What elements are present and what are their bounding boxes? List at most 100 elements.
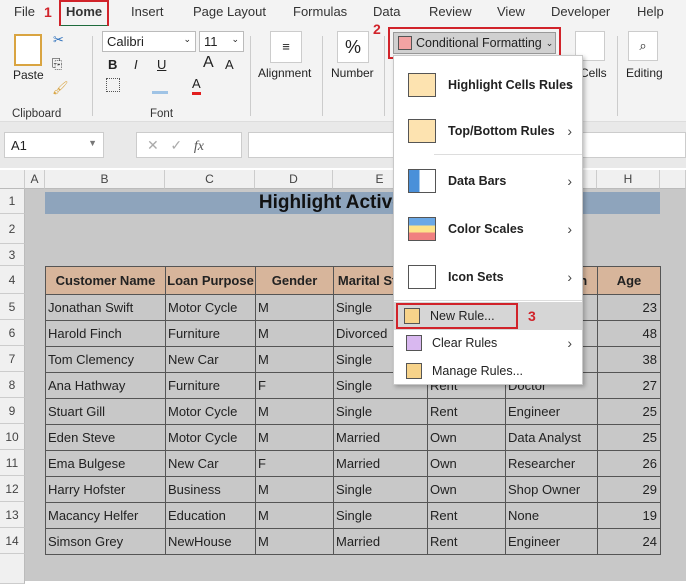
row-header-2[interactable]: 2: [0, 214, 25, 244]
table-cell[interactable]: 24: [597, 528, 661, 555]
copy-icon[interactable]: ⎘: [52, 56, 62, 72]
table-header[interactable]: Gender: [255, 266, 334, 295]
fx-icon[interactable]: fx: [194, 139, 204, 154]
table-cell[interactable]: F: [255, 450, 334, 477]
table-cell[interactable]: Shop Owner: [505, 476, 598, 503]
table-cell[interactable]: M: [255, 528, 334, 555]
table-cell[interactable]: 26: [597, 450, 661, 477]
menu-highlight-cells-rules[interactable]: Highlight Cells Rules›: [394, 62, 582, 108]
tab-formulas[interactable]: Formulas: [293, 4, 347, 19]
table-cell[interactable]: Eden Steve: [45, 424, 166, 451]
alignment-button[interactable]: Alignment: [258, 66, 311, 80]
table-cell[interactable]: Single: [333, 476, 428, 503]
borders-icon[interactable]: [106, 78, 120, 92]
table-cell[interactable]: F: [255, 372, 334, 399]
table-cell[interactable]: Single: [333, 502, 428, 529]
column-header-A[interactable]: A: [25, 170, 45, 189]
table-cell[interactable]: Engineer: [505, 528, 598, 555]
table-cell[interactable]: Tom Clemency: [45, 346, 166, 373]
table-cell[interactable]: Engineer: [505, 398, 598, 425]
row-header-13[interactable]: 13: [0, 502, 25, 528]
tab-insert[interactable]: Insert: [131, 4, 164, 19]
table-cell[interactable]: Own: [427, 476, 506, 503]
row-header-14[interactable]: 14: [0, 528, 25, 554]
editing-button[interactable]: Editing: [626, 66, 663, 80]
table-cell[interactable]: 23: [597, 294, 661, 321]
table-header[interactable]: Loan Purpose: [165, 266, 256, 295]
menu-icon-sets[interactable]: Icon Sets›: [394, 254, 582, 300]
enter-icon[interactable]: ✓: [170, 137, 182, 153]
table-cell[interactable]: Furniture: [165, 372, 256, 399]
column-header-B[interactable]: B: [45, 170, 165, 189]
table-cell[interactable]: 27: [597, 372, 661, 399]
table-cell[interactable]: Married: [333, 424, 428, 451]
table-cell[interactable]: Harold Finch: [45, 320, 166, 347]
table-cell[interactable]: 25: [597, 398, 661, 425]
table-cell[interactable]: M: [255, 424, 334, 451]
cancel-icon[interactable]: ✕: [147, 137, 159, 153]
table-cell[interactable]: 48: [597, 320, 661, 347]
table-cell[interactable]: New Car: [165, 450, 256, 477]
row-header-10[interactable]: 10: [0, 424, 25, 450]
table-cell[interactable]: 29: [597, 476, 661, 503]
table-cell[interactable]: New Car: [165, 346, 256, 373]
row-header-1[interactable]: 1: [0, 189, 25, 214]
tab-developer[interactable]: Developer: [551, 4, 610, 19]
cut-icon[interactable]: ✂: [53, 32, 64, 48]
table-cell[interactable]: Motor Cycle: [165, 294, 256, 321]
row-header-6[interactable]: 6: [0, 320, 25, 346]
menu-manage-rules[interactable]: Manage Rules...: [394, 358, 582, 384]
menu-top-bottom-rules[interactable]: Top/Bottom Rules›: [394, 108, 582, 154]
number-button[interactable]: Number: [331, 66, 374, 80]
menu-new-rule[interactable]: New Rule... 3: [394, 302, 582, 330]
table-cell[interactable]: Researcher: [505, 450, 598, 477]
font-color-icon[interactable]: A: [192, 76, 201, 95]
tab-page-layout[interactable]: Page Layout: [193, 4, 266, 19]
menu-clear-rules[interactable]: Clear Rules›: [394, 330, 582, 356]
table-header[interactable]: Age: [597, 266, 661, 295]
column-header-C[interactable]: C: [165, 170, 255, 189]
row-header-11[interactable]: 11: [0, 450, 25, 476]
table-cell[interactable]: 19: [597, 502, 661, 529]
tab-view[interactable]: View: [497, 4, 525, 19]
table-cell[interactable]: Stuart Gill: [45, 398, 166, 425]
tab-data[interactable]: Data: [373, 4, 400, 19]
table-cell[interactable]: 38: [597, 346, 661, 373]
table-cell[interactable]: M: [255, 346, 334, 373]
tab-home[interactable]: Home: [59, 0, 109, 28]
conditional-formatting-button[interactable]: Conditional Formatting⌄: [393, 32, 556, 54]
table-cell[interactable]: Ema Bulgese: [45, 450, 166, 477]
decrease-font-icon[interactable]: A: [225, 57, 234, 72]
table-cell[interactable]: Education: [165, 502, 256, 529]
table-cell[interactable]: Furniture: [165, 320, 256, 347]
table-cell[interactable]: Business: [165, 476, 256, 503]
table-header[interactable]: Customer Name: [45, 266, 166, 295]
cells-button[interactable]: Cells: [580, 66, 607, 80]
row-header-5[interactable]: 5: [0, 294, 25, 320]
table-cell[interactable]: Motor Cycle: [165, 424, 256, 451]
row-header-3[interactable]: 3: [0, 244, 25, 266]
table-cell[interactable]: 25: [597, 424, 661, 451]
table-cell[interactable]: M: [255, 320, 334, 347]
menu-color-scales[interactable]: Color Scales›: [394, 206, 582, 252]
table-cell[interactable]: Own: [427, 450, 506, 477]
column-header-D[interactable]: D: [255, 170, 333, 189]
table-cell[interactable]: None: [505, 502, 598, 529]
table-cell[interactable]: Own: [427, 424, 506, 451]
table-cell[interactable]: Rent: [427, 398, 506, 425]
increase-font-icon[interactable]: A: [203, 54, 214, 72]
table-cell[interactable]: Jonathan Swift: [45, 294, 166, 321]
select-all-corner[interactable]: [0, 170, 25, 189]
tab-review[interactable]: Review: [429, 4, 472, 19]
format-painter-icon[interactable]: 🖌: [52, 80, 69, 96]
menu-data-bars[interactable]: Data Bars›: [394, 158, 582, 204]
row-header-9[interactable]: 9: [0, 398, 25, 424]
row-header-7[interactable]: 7: [0, 346, 25, 372]
table-cell[interactable]: Married: [333, 450, 428, 477]
italic-button[interactable]: I: [134, 57, 138, 72]
table-cell[interactable]: Macancy Helfer: [45, 502, 166, 529]
tab-help[interactable]: Help: [637, 4, 664, 19]
column-header-H[interactable]: H: [597, 170, 660, 189]
table-cell[interactable]: Married: [333, 528, 428, 555]
table-cell[interactable]: Single: [333, 398, 428, 425]
